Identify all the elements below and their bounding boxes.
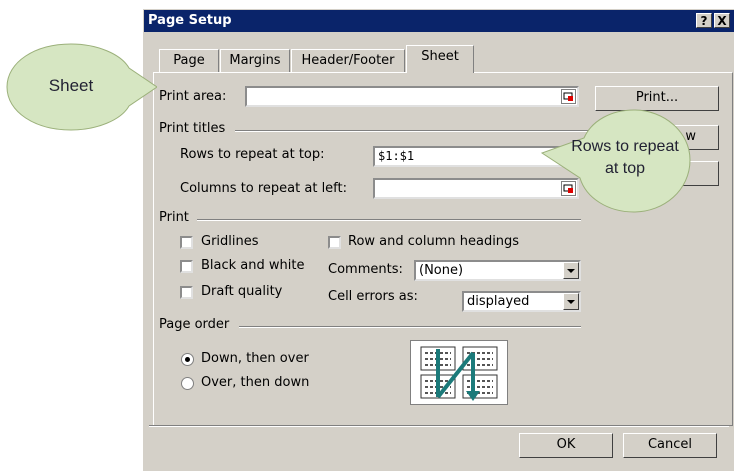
row-col-headings-label: Row and column headings — [348, 234, 520, 249]
cell-errors-label: Cell errors as: — [328, 289, 418, 304]
sheet-callout-text: Sheet — [48, 76, 94, 95]
divider — [239, 326, 581, 328]
cell-errors-select[interactable]: displayed — [462, 291, 581, 312]
print-area-input[interactable] — [245, 86, 579, 107]
rows-repeat-callout: Rows to repeat at top — [540, 108, 700, 214]
print-area-label: Print area: — [159, 89, 227, 104]
down-then-over-radio[interactable] — [181, 353, 194, 366]
draft-quality-label: Draft quality — [201, 284, 283, 299]
page-order-group-label: Page order — [159, 317, 230, 332]
rows-repeat-callout-line1: Rows to repeat — [571, 138, 679, 155]
tab-page[interactable]: Page — [159, 49, 219, 73]
ok-button[interactable]: OK — [519, 433, 613, 458]
print-titles-group-label: Print titles — [159, 121, 226, 136]
chevron-down-icon[interactable] — [563, 293, 579, 310]
over-then-down-label: Over, then down — [201, 375, 310, 390]
tab-sheet[interactable]: Sheet — [406, 45, 474, 73]
comments-select[interactable]: (None) — [414, 260, 581, 281]
page-setup-dialog: Page Setup ? X Page Margins Header/Foote… — [142, 8, 734, 471]
cancel-button[interactable]: Cancel — [623, 433, 717, 458]
dialog-title: Page Setup — [148, 13, 232, 28]
tab-header-footer[interactable]: Header/Footer — [291, 49, 405, 73]
gridlines-checkbox[interactable] — [180, 236, 193, 249]
page-order-preview-icon — [410, 340, 508, 405]
over-then-down-radio[interactable] — [181, 377, 194, 390]
print-group-label: Print — [159, 210, 189, 225]
tab-margins[interactable]: Margins — [220, 49, 290, 73]
help-button[interactable]: ? — [696, 13, 712, 28]
comments-label: Comments: — [328, 262, 403, 277]
cols-repeat-label: Columns to repeat at left: — [180, 181, 348, 196]
collapse-dialog-icon[interactable] — [561, 89, 576, 104]
black-white-label: Black and white — [201, 258, 305, 273]
black-white-checkbox[interactable] — [180, 260, 193, 273]
sheet-callout: Sheet — [5, 42, 157, 132]
divider — [197, 219, 581, 221]
down-then-over-label: Down, then over — [201, 351, 309, 366]
divider — [149, 425, 729, 427]
rows-repeat-label: Rows to repeat at top: — [180, 147, 325, 162]
row-col-headings-checkbox[interactable] — [328, 236, 341, 249]
gridlines-label: Gridlines — [201, 234, 259, 249]
close-button[interactable]: X — [714, 13, 730, 28]
title-bar[interactable]: Page Setup ? X — [144, 10, 734, 32]
draft-quality-checkbox[interactable] — [180, 286, 193, 299]
chevron-down-icon[interactable] — [563, 262, 579, 279]
rows-repeat-callout-line2: at top — [604, 160, 646, 177]
radio-dot-icon — [185, 357, 190, 362]
